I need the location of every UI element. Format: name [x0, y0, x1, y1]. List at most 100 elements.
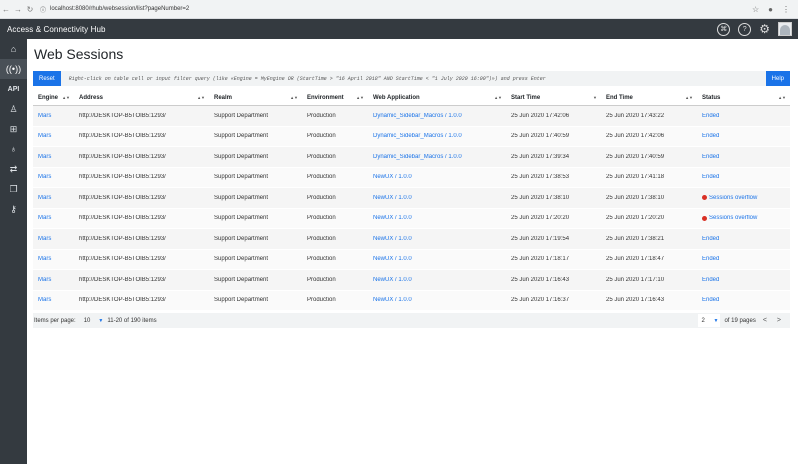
web-application-cell[interactable]: NewUX / 1.0.0	[368, 256, 506, 262]
table-row[interactable]: Mars http://DESKTOP-B5TOIB5:1293/Support …	[33, 229, 790, 250]
engine-cell[interactable]: Mars	[33, 133, 74, 139]
column-header-engine[interactable]: Engine ▲▼	[33, 90, 74, 106]
table-row[interactable]: Mars http://DESKTOP-B5TOIB5:1293/Support …	[33, 249, 790, 270]
reload-icon[interactable]: ↻	[24, 0, 36, 19]
help-button[interactable]: Help	[765, 71, 790, 86]
back-icon[interactable]: ←	[0, 0, 12, 19]
home-icon[interactable]: ⌂	[0, 39, 27, 59]
sort-icon[interactable]: ▲▼	[356, 95, 364, 100]
status-cell: Ended	[697, 154, 790, 160]
status-link[interactable]: Ended	[702, 154, 719, 160]
status-cell: Ended	[697, 174, 790, 180]
status-link[interactable]: Ended	[702, 133, 719, 139]
engine-cell[interactable]: Mars	[33, 297, 74, 303]
web-application-cell[interactable]: NewUX / 1.0.0	[368, 236, 506, 242]
address-cell: http://DESKTOP-B5TOIB5:1293/	[79, 256, 166, 263]
status-link[interactable]: Ended	[702, 277, 719, 283]
engine-cell[interactable]: Mars	[33, 277, 74, 283]
avatar[interactable]	[778, 22, 792, 36]
web-application-cell[interactable]: Dynamic_Sidebar_Macros / 1.0.0	[368, 113, 506, 119]
end-time-cell: 25 Jun 2020 17:42:06	[606, 133, 665, 140]
web-application-cell[interactable]: NewUX / 1.0.0	[368, 174, 506, 180]
bookmark-star-icon[interactable]: ☆	[752, 5, 759, 14]
user-icon[interactable]: ♙	[0, 99, 27, 119]
table-row[interactable]: Mars http://DESKTOP-B5TOIB5:1293/Support …	[33, 147, 790, 168]
web-application-cell[interactable]: Dynamic_Sidebar_Macros / 1.0.0	[368, 154, 506, 160]
sort-icon[interactable]: ▲▼	[685, 95, 693, 100]
column-header-realm[interactable]: Realm ▲▼	[209, 90, 302, 106]
realm-cell: Support Department	[214, 256, 269, 263]
engine-cell[interactable]: Mars	[33, 236, 74, 242]
sort-icon[interactable]: ▲▼	[494, 95, 502, 100]
status-link[interactable]: Sessions overflow	[709, 215, 757, 221]
profile-icon[interactable]: ●	[768, 5, 773, 14]
help-icon[interactable]: ?	[738, 22, 752, 36]
column-header-address[interactable]: Address ▲▼	[74, 90, 209, 106]
column-header-environment[interactable]: Environment ▲▼	[302, 90, 368, 106]
sort-icon[interactable]: ▲▼	[290, 95, 298, 100]
pager: 2 ▼ of 19 pages < >	[698, 314, 790, 327]
engine-cell[interactable]: Mars	[33, 195, 74, 201]
engine-cell[interactable]: Mars	[33, 215, 74, 221]
key-icon[interactable]: ⚷	[0, 199, 27, 219]
status-link[interactable]: Ended	[702, 113, 719, 119]
gear-icon[interactable]: ⚙	[759, 23, 770, 35]
broadcast-icon[interactable]: ((•))	[0, 59, 27, 79]
table-header: Engine ▲▼ Address ▲▼ Realm ▲▼ Environment ▲▼…	[33, 90, 790, 106]
engine-cell[interactable]: Mars	[33, 154, 74, 160]
menu-dots-icon[interactable]: ⋮	[782, 5, 790, 14]
column-header-start-time[interactable]: Start Time ▼	[506, 90, 601, 106]
web-application-cell[interactable]: NewUX / 1.0.0	[368, 297, 506, 303]
engine-status-icon[interactable]: ⌘	[717, 22, 731, 36]
column-header-status[interactable]: Status ▲▼	[697, 90, 790, 106]
start-time-cell: 25 Jun 2020 17:20:20	[511, 215, 570, 222]
column-header-web-application[interactable]: Web Application ▲▼	[368, 90, 506, 106]
status-cell: Ended	[697, 297, 790, 303]
previous-page-button[interactable]: <	[760, 317, 770, 324]
start-time-cell: 25 Jun 2020 17:39:34	[511, 153, 570, 160]
address-bar[interactable]: ⓘ localhost:8080/rhub/websession/list?pa…	[40, 5, 189, 14]
pages-count-label: of 19 pages	[724, 317, 756, 324]
status-link[interactable]: Sessions overflow	[709, 195, 757, 201]
web-application-cell[interactable]: NewUX / 1.0.0	[368, 195, 506, 201]
web-application-cell[interactable]: NewUX / 1.0.0	[368, 277, 506, 283]
table-row[interactable]: Mars http://DESKTOP-B5TOIB5:1293/Support …	[33, 208, 790, 229]
web-application-cell[interactable]: NewUX / 1.0.0	[368, 215, 506, 221]
forward-icon[interactable]: →	[12, 0, 24, 19]
engine-cell[interactable]: Mars	[33, 174, 74, 180]
status-link[interactable]: Ended	[702, 174, 719, 180]
pagination-footer: Items per page: 10 ▼ 11-20 of 190 items …	[33, 313, 790, 328]
filter-toolbar: Reset Right-click on table cell or input…	[33, 71, 790, 86]
status-link[interactable]: Ended	[702, 297, 719, 303]
globe-icon[interactable]: ♁	[0, 139, 27, 159]
table-row[interactable]: Mars http://DESKTOP-B5TOIB5:1293/Support …	[33, 270, 790, 291]
filter-input[interactable]: Right-click on table cell or input filte…	[61, 76, 766, 82]
table-row[interactable]: Mars http://DESKTOP-B5TOIB5:1293/Support …	[33, 290, 790, 311]
copy-icon[interactable]: ❐	[0, 179, 27, 199]
sort-icon[interactable]: ▲▼	[62, 95, 70, 100]
route-icon[interactable]: ⇄	[0, 159, 27, 179]
reset-button[interactable]: Reset	[33, 71, 61, 86]
engine-cell[interactable]: Mars	[33, 256, 74, 262]
engine-cell[interactable]: Mars	[33, 113, 74, 119]
table-row[interactable]: Mars http://DESKTOP-B5TOIB5:1293/Support …	[33, 167, 790, 188]
status-link[interactable]: Ended	[702, 236, 719, 242]
next-page-button[interactable]: >	[774, 317, 784, 324]
status-link[interactable]: Ended	[702, 256, 719, 262]
address-cell: http://DESKTOP-B5TOIB5:1293/	[79, 112, 166, 119]
network-icon[interactable]: ⊞	[0, 119, 27, 139]
items-per-page-select[interactable]: 10 ▼	[84, 318, 104, 324]
sort-icon[interactable]: ▲▼	[197, 95, 205, 100]
sort-desc-icon[interactable]: ▼	[593, 95, 597, 100]
page-number-select[interactable]: 2 ▼	[698, 314, 721, 327]
api-icon[interactable]: API	[0, 79, 27, 99]
sort-icon[interactable]: ▲▼	[778, 95, 786, 100]
column-header-end-time[interactable]: End Time ▲▼	[601, 90, 697, 106]
table-row[interactable]: Mars http://DESKTOP-B5TOIB5:1293/Support …	[33, 126, 790, 147]
status-cell: Ended	[697, 133, 790, 139]
address-cell: http://DESKTOP-B5TOIB5:1293/	[79, 194, 166, 201]
table-row[interactable]: Mars http://DESKTOP-B5TOIB5:1293/Support …	[33, 188, 790, 209]
web-application-cell[interactable]: Dynamic_Sidebar_Macros / 1.0.0	[368, 133, 506, 139]
table-row[interactable]: Mars http://DESKTOP-B5TOIB5:1293/Support …	[33, 106, 790, 127]
environment-cell: Production	[307, 174, 336, 181]
